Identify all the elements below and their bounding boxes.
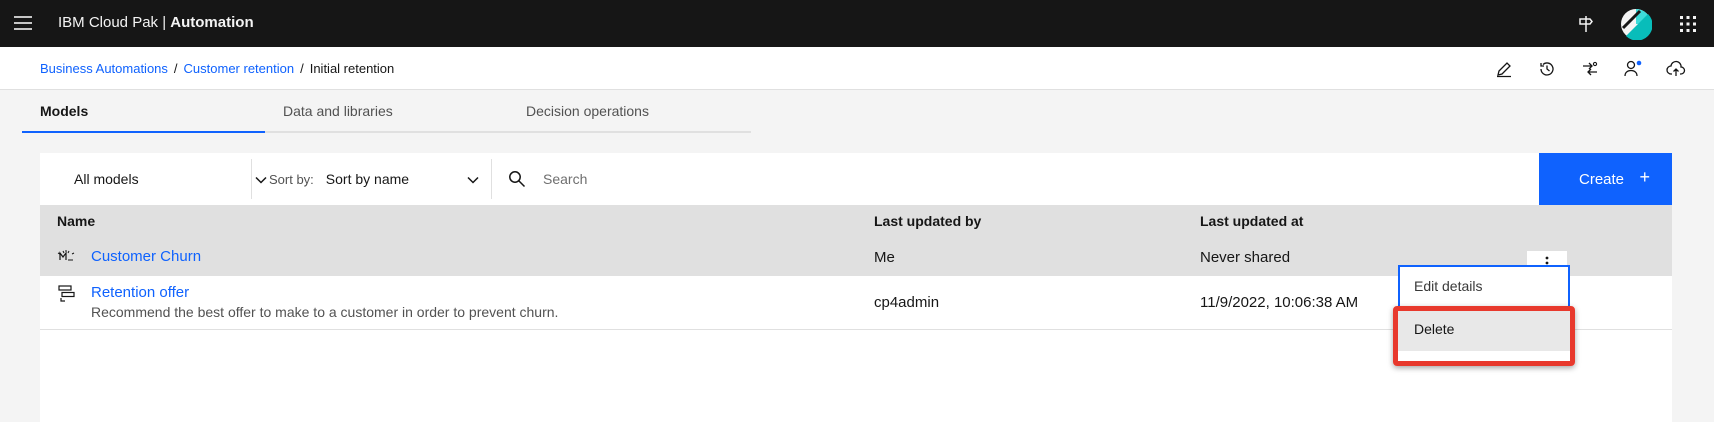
model-description: Recommend the best offer to make to a cu… <box>91 304 559 320</box>
chevron-down-icon <box>467 176 479 184</box>
updated-by: Me <box>874 249 895 266</box>
breadcrumb-bar: Business Automations / Customer retentio… <box>0 47 1714 90</box>
decision-model-icon <box>58 285 75 302</box>
breadcrumb-current: Initial retention <box>309 61 395 76</box>
swap-user-icon[interactable] <box>1578 57 1602 81</box>
app-switcher-icon[interactable] <box>1672 8 1704 40</box>
cloud-upload-icon[interactable] <box>1664 57 1688 81</box>
signpost-icon[interactable] <box>1570 8 1602 40</box>
menu-item-edit-details[interactable]: Edit details <box>1398 265 1570 308</box>
breadcrumb-customer-retention[interactable]: Customer retention <box>184 60 295 77</box>
breadcrumb-separator: / <box>300 61 304 76</box>
toolbar-divider <box>491 159 492 199</box>
model-filter-value: All models <box>74 171 139 187</box>
model-name-link[interactable]: Retention offer <box>91 284 189 301</box>
chevron-down-icon <box>255 176 267 184</box>
create-button[interactable]: Create + <box>1539 153 1672 205</box>
top-header: IBM Cloud Pak | Automation <box>0 0 1714 47</box>
updated-by: cp4admin <box>874 294 940 311</box>
user-icon[interactable] <box>1621 57 1645 81</box>
updated-at: Never shared <box>1200 249 1291 266</box>
search-icon <box>509 171 526 188</box>
ml-model-icon <box>57 250 75 261</box>
brand-prefix: IBM Cloud Pak | <box>58 14 171 31</box>
tab-decision-operations[interactable]: Decision operations <box>508 90 751 133</box>
table-header: Name Last updated by Last updated at <box>40 205 1672 238</box>
breadcrumb: Business Automations / Customer retentio… <box>40 60 394 77</box>
edit-icon[interactable] <box>1492 57 1516 81</box>
app-brand: IBM Cloud Pak | Automation <box>58 12 254 34</box>
create-button-label: Create <box>1579 170 1625 188</box>
toolbar-divider <box>251 159 252 199</box>
model-filter-dropdown[interactable]: All models <box>74 153 274 205</box>
column-header-name: Name <box>57 213 96 229</box>
tab-data-and-libraries[interactable]: Data and libraries <box>265 90 508 133</box>
model-name-link[interactable]: Customer Churn <box>91 248 201 265</box>
sort-label: Sort by: <box>269 171 314 187</box>
column-header-last-updated-by: Last updated by <box>874 213 982 229</box>
menu-item-delete[interactable]: Delete <box>1398 308 1570 351</box>
sort-value: Sort by name <box>325 171 410 187</box>
models-toolbar: All models Sort by: Sort by name Create … <box>40 153 1672 205</box>
plus-icon: + <box>1639 167 1650 187</box>
tab-list: Models Data and libraries Decision opera… <box>22 90 751 133</box>
menu-icon[interactable] <box>12 12 34 34</box>
avatar[interactable] <box>1620 8 1652 40</box>
breadcrumb-separator: / <box>173 61 178 76</box>
brand-name: Automation <box>170 14 254 31</box>
tab-models[interactable]: Models <box>22 90 265 133</box>
search-input[interactable] <box>543 153 1423 205</box>
column-header-last-updated-at: Last updated at <box>1200 213 1304 229</box>
history-icon[interactable] <box>1535 57 1559 81</box>
sort-dropdown[interactable]: Sort by: Sort by name <box>269 153 489 205</box>
updated-at: 11/9/2022, 10:06:38 AM <box>1200 294 1359 311</box>
breadcrumb-business-automations[interactable]: Business Automations <box>40 60 168 77</box>
